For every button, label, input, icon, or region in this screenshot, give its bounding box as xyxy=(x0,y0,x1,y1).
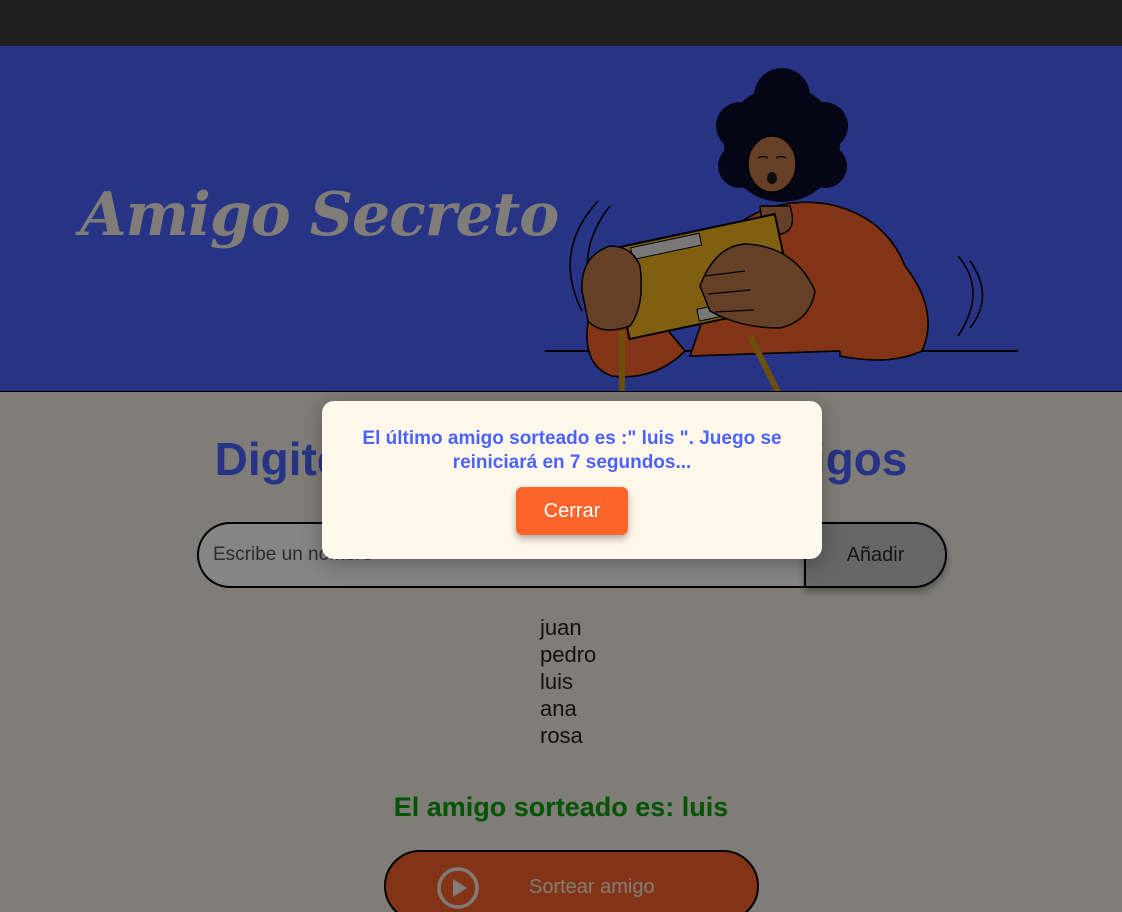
result-dialog: El último amigo sorteado es :" luis ". J… xyxy=(322,401,822,559)
close-button[interactable]: Cerrar xyxy=(516,487,628,535)
dialog-message: El último amigo sorteado es :" luis ". J… xyxy=(362,428,782,473)
